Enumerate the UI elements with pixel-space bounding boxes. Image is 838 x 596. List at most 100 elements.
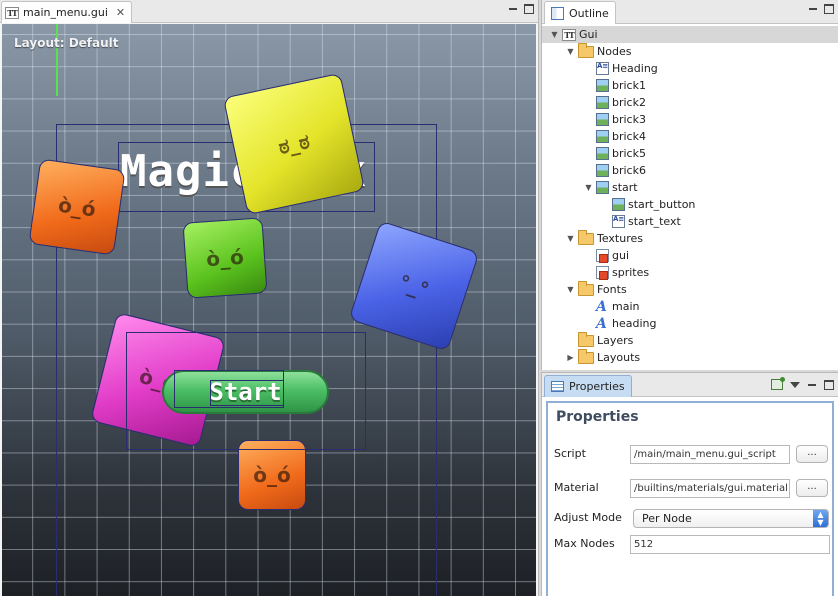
material-field[interactable]: /builtins/materials/gui.material (630, 479, 790, 498)
tree-label: sprites (612, 266, 650, 279)
font-icon: A (596, 298, 607, 315)
tree-label: Heading (612, 62, 658, 75)
tree-label: Textures (597, 232, 643, 245)
outline-icon (551, 6, 564, 20)
start-text-bounds (210, 380, 284, 406)
properties-tab[interactable]: Properties (544, 375, 632, 397)
tree-node-start-button[interactable]: start_button (612, 196, 695, 213)
expand-arrow-icon[interactable]: ▼ (566, 234, 575, 243)
font-icon: A (596, 315, 607, 332)
tree-label: Layers (597, 334, 634, 347)
folder-icon (578, 348, 594, 364)
properties-panel: Properties Properties Script /main/main_… (541, 372, 838, 596)
tree-node-brick6[interactable]: brick6 (596, 162, 646, 179)
tree-node-brick4[interactable]: brick4 (596, 128, 646, 145)
brick-face-icon: ò_ó (253, 463, 291, 487)
editor-tabbar: TT main_menu.gui ✕ (0, 0, 538, 23)
tree-folder-textures[interactable]: ▼ Textures (566, 229, 643, 247)
brick-yellow[interactable]: ಠ_ಠ (222, 72, 366, 216)
pin-icon[interactable] (771, 377, 785, 390)
box-node-icon (596, 79, 609, 92)
expand-arrow-icon[interactable]: ▼ (566, 47, 575, 56)
tree-root-gui[interactable]: ▼ TT Gui (542, 26, 838, 43)
tree-label: start (612, 181, 638, 194)
tree-label: heading (612, 317, 657, 330)
tree-label: brick2 (612, 96, 646, 109)
adjust-mode-select[interactable]: Per Node ▲ ▼ (633, 509, 829, 528)
outline-tab-label: Outline (569, 6, 609, 20)
tree-texture-sprites[interactable]: sprites (596, 264, 649, 281)
script-field[interactable]: /main/main_menu.gui_script (630, 445, 790, 464)
texture-icon (596, 249, 609, 263)
tree-label: brick6 (612, 164, 646, 177)
editor-tab-main-menu[interactable]: TT main_menu.gui ✕ (1, 1, 133, 23)
properties-title: Properties (556, 409, 639, 425)
tree-node-brick1[interactable]: brick1 (596, 77, 646, 94)
tree-folder-layouts[interactable]: ▶ Layouts (566, 348, 640, 366)
folder-icon (578, 229, 594, 245)
minimize-icon[interactable] (808, 4, 818, 14)
gui-editor-panel: TT main_menu.gui ✕ Layout: Default Magic… (0, 0, 539, 596)
box-node-icon (596, 164, 609, 177)
script-label: Script (554, 447, 586, 460)
tree-label: brick4 (612, 130, 646, 143)
tree-node-heading[interactable]: A≡ Heading (596, 60, 658, 77)
adjust-mode-value: Per Node (642, 512, 692, 525)
outline-tabbar: Outline (542, 0, 838, 24)
tree-label: start_text (628, 215, 681, 228)
minimize-icon[interactable] (508, 4, 518, 14)
collapse-arrow-icon[interactable]: ▶ (566, 353, 575, 362)
expand-arrow-icon[interactable]: ▼ (566, 285, 575, 294)
tree-font-main[interactable]: A main (596, 298, 639, 315)
tree-folder-fonts[interactable]: ▼ Fonts (566, 280, 627, 298)
tree-node-start-text[interactable]: A≡ start_text (612, 213, 681, 230)
box-node-icon (596, 181, 609, 194)
properties-toolbar (771, 377, 834, 390)
minimize-icon[interactable] (807, 380, 817, 390)
brick-orange-bottom[interactable]: ò_ó (238, 440, 306, 510)
box-node-icon (612, 198, 625, 211)
folder-icon (578, 280, 594, 296)
box-node-icon (596, 113, 609, 126)
close-tab-icon[interactable]: ✕ (116, 6, 125, 19)
outline-window-controls (808, 4, 834, 14)
brick-green[interactable]: ò_ó (182, 217, 268, 299)
tree-node-brick5[interactable]: brick5 (596, 145, 646, 162)
tree-texture-gui[interactable]: gui (596, 247, 629, 264)
material-label: Material (554, 481, 599, 494)
folder-icon (578, 331, 594, 347)
adjust-mode-label: Adjust Mode (554, 511, 622, 524)
view-menu-icon[interactable] (790, 381, 800, 388)
properties-tabbar: Properties (542, 373, 838, 397)
tree-font-heading[interactable]: A heading (596, 315, 656, 332)
maximize-icon[interactable] (824, 4, 834, 14)
brick-face-icon: ò_ó (56, 192, 98, 222)
properties-icon (551, 381, 564, 392)
tree-folder-layers[interactable]: Layers (578, 331, 634, 349)
expand-arrow-icon[interactable]: ▼ (550, 30, 559, 39)
maximize-icon[interactable] (824, 379, 834, 390)
tree-label: brick5 (612, 147, 646, 160)
outline-panel: Outline ▼ TT Gui ▼ Nodes A≡ Heading bric… (541, 0, 838, 370)
tree-node-brick3[interactable]: brick3 (596, 111, 646, 128)
max-nodes-field[interactable]: 512 (630, 535, 830, 554)
editor-window-controls (508, 4, 534, 14)
outline-tab[interactable]: Outline (544, 1, 616, 24)
max-nodes-label: Max Nodes (554, 537, 615, 550)
maximize-icon[interactable] (524, 4, 534, 14)
brick-orange-top[interactable]: ò_ó (28, 158, 126, 256)
tree-node-start[interactable]: ▼ start (584, 179, 638, 196)
tree-node-brick2[interactable]: brick2 (596, 94, 646, 111)
expand-arrow-icon[interactable]: ▼ (584, 183, 593, 192)
script-browse-button[interactable]: ... (796, 445, 828, 463)
box-node-icon (596, 147, 609, 160)
material-browse-button[interactable]: ... (796, 479, 828, 497)
scene-canvas[interactable]: Layout: Default Magic Box ò_ó ಠ_ಠ ò_ó °_… (2, 24, 536, 596)
tree-folder-nodes[interactable]: ▼ Nodes (566, 42, 631, 60)
layout-label: Layout: Default (14, 36, 119, 50)
brick-face-icon: ಠ_ಠ (276, 129, 312, 159)
tree-label: Fonts (597, 283, 627, 296)
tree-label: gui (612, 249, 630, 262)
app-window: TT main_menu.gui ✕ Layout: Default Magic… (0, 0, 838, 596)
tree-label: brick1 (612, 79, 646, 92)
